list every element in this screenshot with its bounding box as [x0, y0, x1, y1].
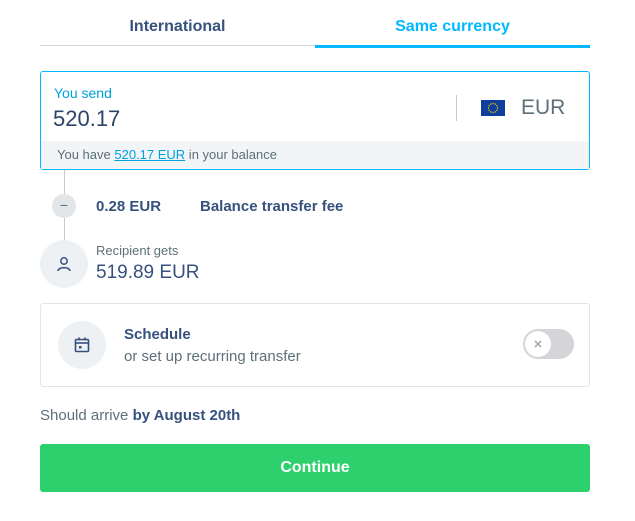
arrival-estimate: Should arrive by August 20th [40, 407, 240, 424]
timeline-line [64, 170, 65, 194]
schedule-card: Schedule or set up recurring transfer [40, 303, 590, 387]
fee-amount: 0.28 EUR [96, 198, 162, 215]
send-label: You send [54, 85, 112, 101]
balance-suffix: in your balance [185, 147, 277, 162]
tab-same-currency[interactable]: Same currency [315, 0, 590, 48]
currency-code: EUR [521, 96, 566, 119]
divider [456, 95, 457, 121]
close-icon [525, 331, 551, 357]
schedule-toggle[interactable] [523, 329, 574, 359]
fee-label: Balance transfer fee [200, 198, 344, 215]
send-amount-box: You send EUR You have 520.17 EUR in your… [40, 71, 590, 170]
arrival-date: by August 20th [132, 407, 241, 424]
tab-international[interactable]: International [40, 0, 315, 46]
timeline-line [64, 218, 65, 240]
eu-flag-icon [481, 100, 505, 116]
balance-info: You have 520.17 EUR in your balance [41, 141, 589, 169]
recipient-amount: 519.89 EUR [96, 262, 200, 283]
balance-prefix: You have [57, 147, 115, 162]
schedule-subtitle: or set up recurring transfer [124, 348, 301, 365]
minus-icon: − [52, 194, 76, 218]
send-amount-input[interactable] [53, 106, 433, 132]
continue-button[interactable]: Continue [40, 444, 590, 492]
transfer-type-tabs: International Same currency [40, 0, 590, 48]
currency-selector[interactable]: EUR [481, 96, 565, 120]
calendar-icon [58, 321, 106, 369]
arrival-prefix: Should arrive [40, 407, 133, 424]
person-icon [40, 240, 88, 288]
balance-link[interactable]: 520.17 EUR [114, 147, 185, 162]
schedule-title: Schedule [124, 326, 191, 343]
recipient-label: Recipient gets [96, 243, 179, 258]
